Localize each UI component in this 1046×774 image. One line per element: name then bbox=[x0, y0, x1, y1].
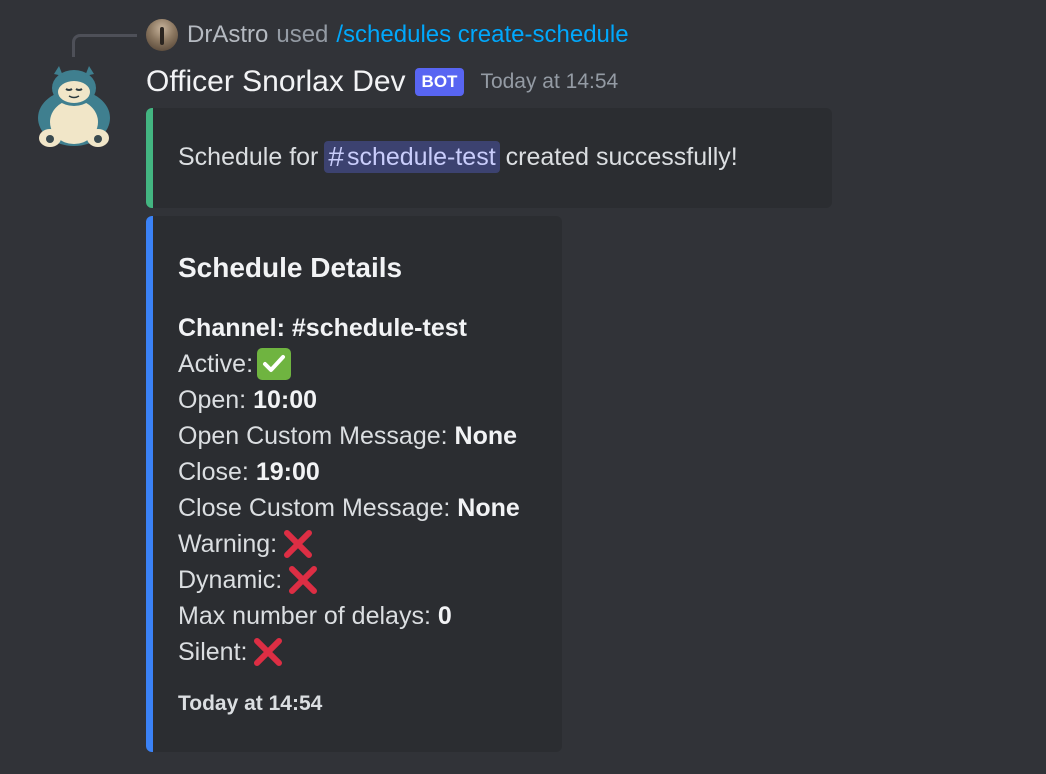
success-embed: Schedule for # schedule-test created suc… bbox=[146, 108, 832, 208]
channel-mention-label: schedule-test bbox=[346, 142, 496, 171]
field-warning: Warning: bbox=[178, 526, 520, 562]
embed-accent-bar bbox=[146, 108, 153, 208]
replied-username[interactable]: DrAstro bbox=[187, 21, 268, 49]
field-open-msg-value: None bbox=[454, 421, 518, 450]
bot-badge: BOT bbox=[414, 68, 465, 96]
field-active-label: Active: bbox=[178, 349, 254, 378]
schedule-fields: Channel: #schedule-test Active: Open: 10… bbox=[178, 310, 520, 670]
field-open-label: Open: bbox=[178, 385, 247, 414]
field-delays-value: 0 bbox=[437, 601, 452, 630]
embed-accent-bar bbox=[146, 216, 153, 752]
replied-user-avatar[interactable] bbox=[146, 19, 178, 51]
field-close-value: 19:00 bbox=[255, 457, 320, 486]
cross-mark-icon bbox=[254, 638, 283, 666]
field-dynamic: Dynamic: bbox=[178, 562, 520, 598]
field-delays-label: Max number of delays: bbox=[178, 601, 431, 630]
channel-hash-icon: # bbox=[328, 141, 344, 172]
success-message: Schedule for # schedule-test created suc… bbox=[178, 141, 738, 173]
details-embed: Schedule Details Channel: #schedule-test… bbox=[146, 216, 562, 752]
slash-command-link[interactable]: /schedules create-schedule bbox=[336, 21, 628, 49]
field-dynamic-label: Dynamic: bbox=[178, 565, 283, 594]
field-channel: Channel: #schedule-test bbox=[178, 310, 520, 346]
field-max-delays: Max number of delays: 0 bbox=[178, 598, 520, 634]
field-silent-label: Silent: bbox=[178, 637, 248, 666]
success-suffix: created successfully! bbox=[505, 142, 738, 171]
field-open-custom-message: Open Custom Message: None bbox=[178, 418, 520, 454]
field-active: Active: bbox=[178, 346, 520, 382]
field-open: Open: 10:00 bbox=[178, 382, 520, 418]
check-mark-icon bbox=[257, 348, 292, 380]
cross-mark-icon bbox=[284, 530, 313, 558]
field-close-msg-label: Close Custom Message: bbox=[178, 493, 451, 522]
reply-connector bbox=[72, 34, 137, 57]
field-close: Close: 19:00 bbox=[178, 454, 520, 490]
bot-avatar[interactable] bbox=[32, 64, 116, 148]
cross-mark-icon bbox=[289, 566, 318, 594]
channel-mention[interactable]: # schedule-test bbox=[324, 141, 500, 173]
field-close-label: Close: bbox=[178, 457, 249, 486]
reply-used-text: used bbox=[276, 21, 329, 48]
embed-title: Schedule Details bbox=[178, 252, 403, 283]
reply-reference[interactable]: DrAstro used /schedules create-schedule bbox=[146, 18, 629, 52]
field-channel-label: Channel: #schedule-test bbox=[178, 313, 467, 342]
bot-username[interactable]: Officer Snorlax Dev bbox=[146, 65, 406, 99]
field-silent: Silent: bbox=[178, 634, 520, 670]
message-header: Officer Snorlax Dev BOT Today at 14:54 bbox=[146, 62, 618, 102]
success-prefix: Schedule for bbox=[178, 142, 319, 171]
field-open-msg-label: Open Custom Message: bbox=[178, 421, 448, 450]
field-warning-label: Warning: bbox=[178, 529, 278, 558]
field-close-custom-message: Close Custom Message: None bbox=[178, 490, 520, 526]
message-timestamp[interactable]: Today at 14:54 bbox=[480, 70, 618, 94]
field-close-msg-value: None bbox=[457, 493, 520, 522]
field-open-value: 10:00 bbox=[253, 385, 318, 414]
embed-footer-timestamp: Today at 14:54 bbox=[178, 692, 323, 715]
